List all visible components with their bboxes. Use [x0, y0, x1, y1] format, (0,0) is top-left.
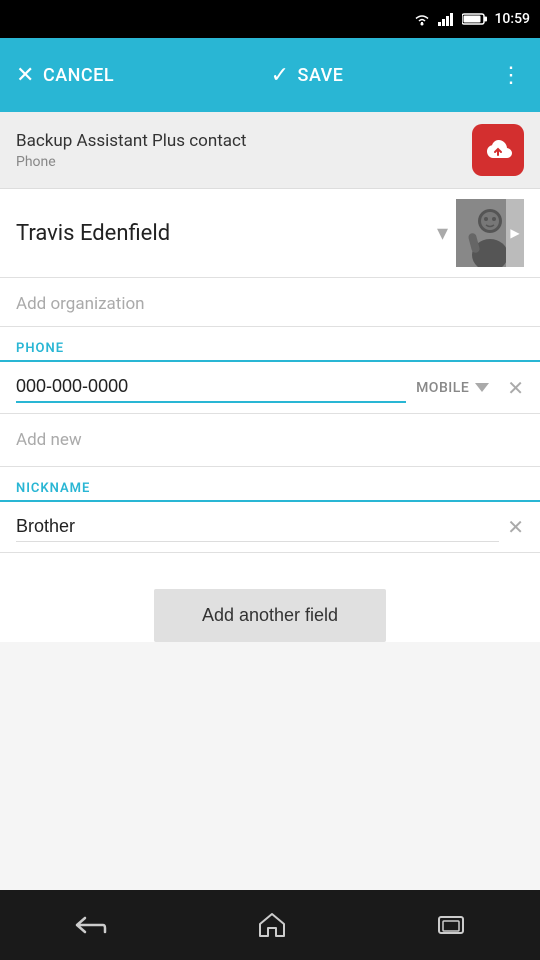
- battery-icon: [462, 12, 488, 26]
- backup-logo: [472, 124, 524, 176]
- main-content: Travis Edenfield ▾ ▶ Add o: [0, 189, 540, 642]
- nickname-input[interactable]: [16, 512, 499, 542]
- phone-type-chevron-icon: [475, 383, 489, 392]
- bottom-nav: [0, 890, 540, 960]
- avatar-expand-handle[interactable]: ▶: [506, 199, 524, 267]
- add-field-container: Add another field: [0, 589, 540, 642]
- wifi-icon: [412, 12, 432, 26]
- phone-type-label: MOBILE: [416, 380, 469, 396]
- more-options-button[interactable]: ⋮: [500, 63, 524, 88]
- signal-icon: [438, 12, 456, 26]
- phone-field-row: MOBILE ✕: [0, 362, 540, 414]
- time-display: 10:59: [494, 11, 530, 27]
- cancel-icon: ✕: [16, 63, 35, 88]
- nickname-field-row: ✕: [0, 502, 540, 553]
- nickname-section-label: NICKNAME: [0, 467, 540, 502]
- name-row: Travis Edenfield ▾ ▶: [0, 189, 540, 278]
- nickname-clear-button[interactable]: ✕: [507, 515, 524, 539]
- cancel-button[interactable]: ✕ CANCEL: [16, 63, 114, 88]
- add-new-phone-button[interactable]: Add new: [0, 414, 540, 467]
- backup-subtitle: Phone: [16, 154, 246, 170]
- backup-header: Backup Assistant Plus contact Phone: [0, 112, 540, 189]
- phone-section-label: PHONE: [0, 327, 540, 362]
- recents-icon: [437, 913, 465, 937]
- backup-title: Backup Assistant Plus contact: [16, 131, 246, 151]
- home-icon: [258, 912, 286, 938]
- cloud-sync-icon: [480, 132, 516, 168]
- recents-button[interactable]: [437, 913, 465, 937]
- name-expand-icon[interactable]: ▾: [437, 221, 448, 246]
- check-icon: ✓: [271, 63, 290, 88]
- back-icon: [75, 914, 107, 936]
- contact-name[interactable]: Travis Edenfield: [16, 221, 437, 246]
- action-bar: ✕ CANCEL ✓ SAVE ⋮: [0, 38, 540, 112]
- home-button[interactable]: [258, 912, 286, 938]
- status-bar: 10:59: [0, 0, 540, 38]
- back-button[interactable]: [75, 914, 107, 936]
- phone-type-selector[interactable]: MOBILE: [416, 380, 489, 396]
- add-organization-field[interactable]: Add organization: [0, 278, 540, 327]
- phone-clear-button[interactable]: ✕: [507, 376, 524, 400]
- avatar[interactable]: ▶: [456, 199, 524, 267]
- add-another-field-button[interactable]: Add another field: [154, 589, 386, 642]
- save-label: SAVE: [298, 65, 344, 86]
- phone-input[interactable]: [16, 372, 406, 403]
- expand-arrow-icon: ▶: [510, 226, 519, 240]
- cancel-label: CANCEL: [43, 65, 114, 86]
- save-button[interactable]: ✓ SAVE: [271, 63, 344, 88]
